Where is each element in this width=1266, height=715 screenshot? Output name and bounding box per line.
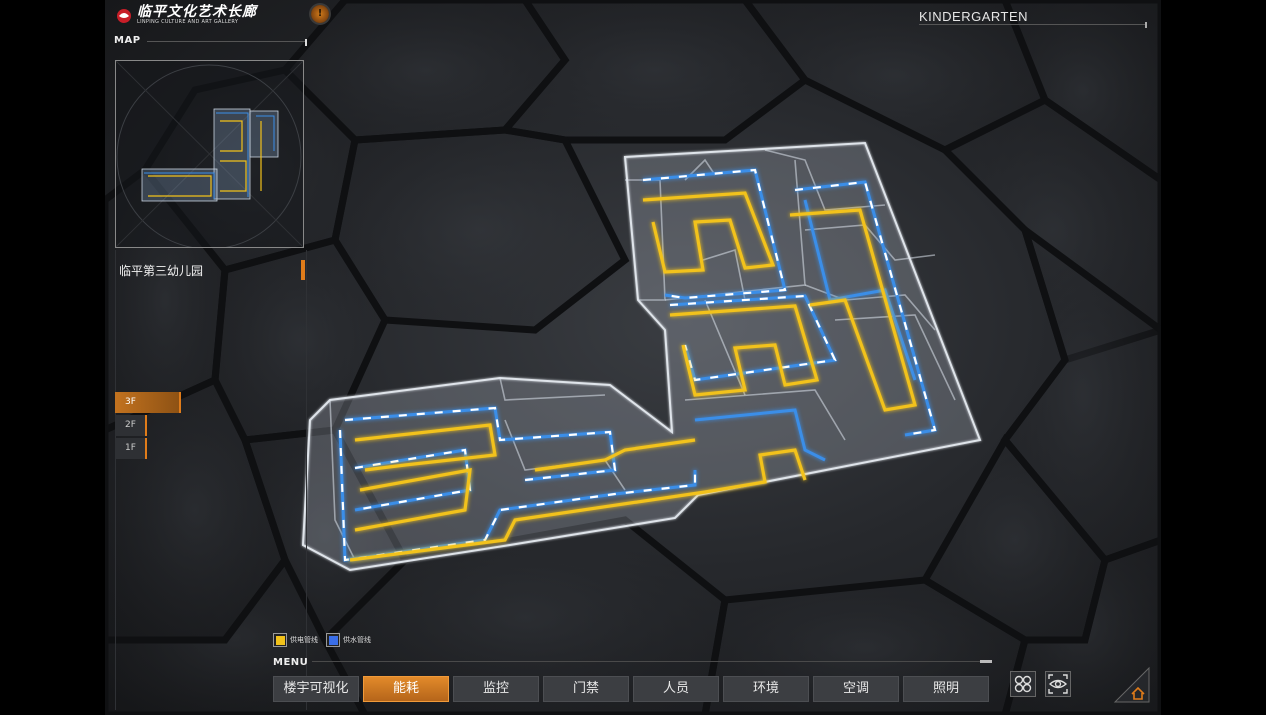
logo-chinese-name: 临平文化艺术长廊: [137, 4, 257, 20]
water-swatch-icon: [326, 633, 340, 647]
building-walls: [301, 141, 982, 572]
quad-layout-icon: [1014, 675, 1032, 693]
gallery-logo[interactable]: 临平文化艺术长廊 LINPING CULTURE AND ART GALLERY: [115, 5, 257, 25]
layout-button[interactable]: [1010, 671, 1036, 697]
floor-button-2f[interactable]: 2F: [115, 415, 147, 436]
alert-icon[interactable]: !: [311, 5, 329, 23]
pipeline-legend: 供电管线 供水管线: [273, 633, 371, 647]
building-tag: KINDERGARTEN: [919, 6, 1147, 28]
gallery-logo-icon: [117, 9, 131, 23]
divider: [147, 39, 307, 46]
divider: [919, 22, 1147, 28]
power-swatch-icon: [273, 633, 287, 647]
school-name: 临平第三幼儿园: [119, 264, 204, 278]
legend-power[interactable]: 供电管线: [273, 633, 318, 647]
menu-personnel[interactable]: 人员: [633, 676, 719, 702]
minimap[interactable]: [115, 60, 304, 250]
logo-english-name: LINPING CULTURE AND ART GALLERY: [137, 19, 239, 25]
menu-lighting[interactable]: 照明: [903, 676, 989, 702]
home-icon[interactable]: [1113, 666, 1151, 704]
menu-title: MENU: [273, 657, 309, 668]
floor-selector: 3F 2F 1F: [115, 392, 181, 461]
floor-button-1f[interactable]: 1F: [115, 438, 147, 459]
menu-air-conditioning[interactable]: 空调: [813, 676, 899, 702]
menu-environment[interactable]: 环境: [723, 676, 809, 702]
minimap-drawing: [115, 60, 304, 250]
menu-energy[interactable]: 能耗: [363, 676, 449, 702]
map-title: MAP: [114, 35, 141, 46]
menu-building-visualization[interactable]: 楼宇可视化: [273, 676, 359, 702]
floor-button-3f[interactable]: 3F: [115, 392, 181, 413]
legend-power-label: 供电管线: [290, 636, 318, 644]
eye-view-icon: [1048, 674, 1068, 694]
building-tag-label: KINDERGARTEN: [919, 9, 1029, 24]
divider: [312, 660, 992, 663]
legend-water[interactable]: 供水管线: [326, 633, 371, 647]
menu-monitoring[interactable]: 监控: [453, 676, 539, 702]
menu-bar: 楼宇可视化 能耗 监控 门禁 人员 环境 空调 照明: [273, 676, 989, 702]
legend-water-label: 供水管线: [343, 636, 371, 644]
menu-access-control[interactable]: 门禁: [543, 676, 629, 702]
scene-viewport[interactable]: 临平文化艺术长廊 LINPING CULTURE AND ART GALLERY…: [105, 0, 1161, 715]
view-button[interactable]: [1045, 671, 1071, 697]
accent-marker: [301, 260, 305, 280]
